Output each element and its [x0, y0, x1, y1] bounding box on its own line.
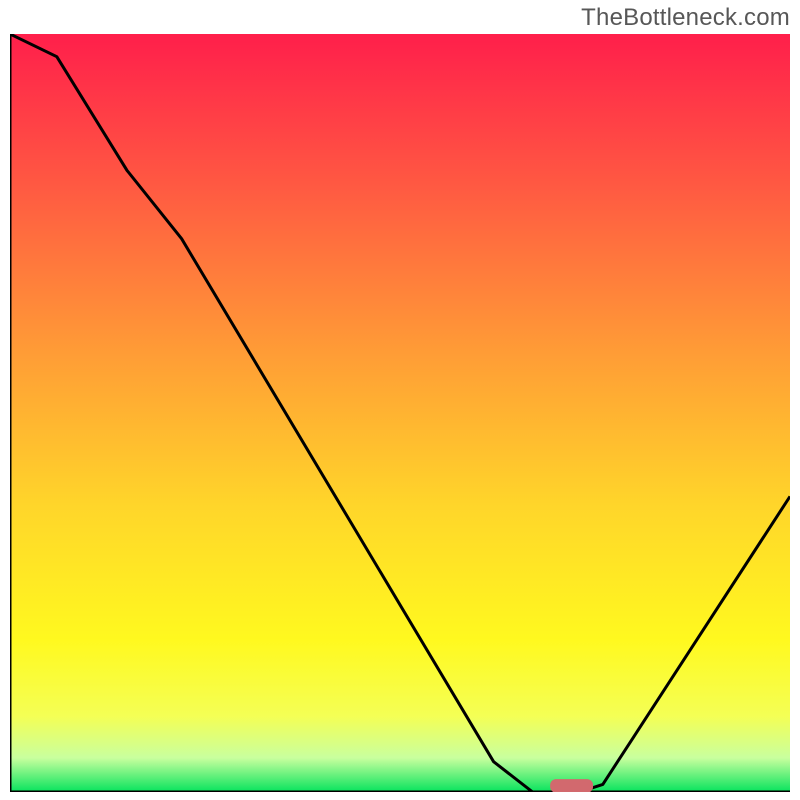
chart-svg [10, 34, 790, 792]
watermark-text: TheBottleneck.com [581, 4, 790, 32]
optimal-marker [550, 779, 593, 792]
bottleneck-chart [10, 34, 790, 792]
